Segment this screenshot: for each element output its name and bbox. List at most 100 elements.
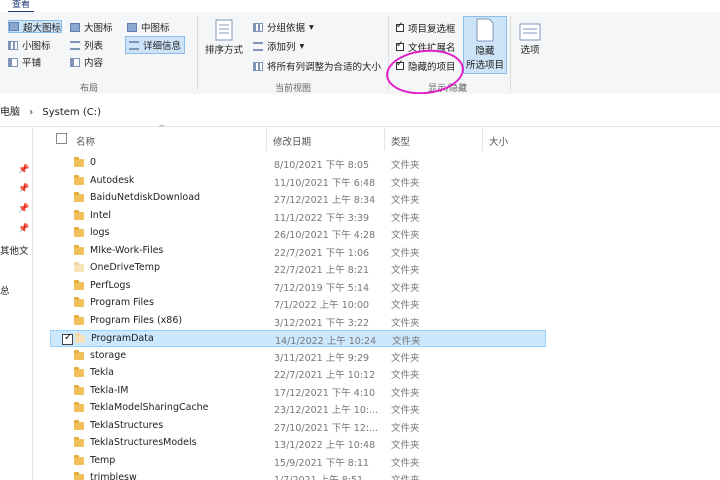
folder-icon (74, 384, 84, 395)
layout-list[interactable]: 列表 (70, 38, 103, 52)
row-checkbox[interactable] (62, 332, 73, 345)
file-row[interactable]: Program Files (x86) 3/12/2021 下午 3:22 文件夹 (50, 313, 546, 330)
folder-icon (74, 419, 84, 430)
pin-icon[interactable]: 📌 (18, 184, 29, 194)
layout-medium-icons[interactable]: 中图标 (127, 20, 170, 34)
file-date: 27/12/2021 上午 8:34 (274, 195, 376, 206)
column-divider[interactable] (384, 127, 385, 151)
add-columns-button[interactable]: 添加列 ▾ (253, 39, 304, 53)
file-name: MIke-Work-Files (90, 244, 164, 256)
file-name: Program Files (x86) (90, 314, 183, 326)
file-row-selected[interactable]: ProgramData 14/1/2022 上午 10:24 文件夹 (50, 330, 546, 347)
layout-small-icons[interactable]: 小图标 (8, 38, 51, 52)
file-row[interactable]: MIke-Work-Files 22/7/2021 下午 1:06 文件夹 (50, 243, 546, 260)
file-row[interactable]: TeklaStructuresModels 13/1/2022 上午 10:48 文… (50, 435, 546, 452)
pin-icon[interactable]: 📌 (18, 165, 29, 175)
small-icons-icon (8, 40, 18, 50)
file-row[interactable]: TeklaStructures 27/10/2021 下午 12:... 文件夹 (50, 418, 546, 435)
extra-large-icons-icon (9, 22, 19, 31)
sort-by-button[interactable]: 排序方式 (205, 18, 243, 56)
file-row[interactable]: Temp 15/9/2021 下午 8:11 文件夹 (50, 453, 546, 470)
folder-icon (74, 244, 84, 255)
dropdown-arrow-icon: ▾ (309, 21, 314, 33)
file-type: 文件夹 (391, 282, 420, 294)
file-row[interactable]: storage 3/11/2021 上午 9:29 文件夹 (50, 348, 546, 365)
file-date: 26/10/2021 下午 4:28 (274, 230, 376, 241)
hide-selected-button[interactable]: 隐藏 所选项目 (463, 16, 507, 74)
file-type: 文件夹 (391, 405, 420, 416)
group-divider (197, 16, 198, 90)
ribbon-tab-bar: 查看 (0, 0, 720, 13)
file-row[interactable]: logs 26/10/2021 下午 4:28 文件夹 (50, 225, 546, 242)
breadcrumb-root[interactable]: 电脑 (0, 107, 20, 118)
address-bar[interactable] (0, 94, 720, 127)
file-name: storage (90, 349, 127, 361)
group-by-icon (253, 22, 263, 32)
file-row[interactable]: Program Files 7/1/2022 上午 10:00 文件夹 (50, 295, 546, 312)
layout-extra-large-icons[interactable]: 超大图标 (8, 20, 63, 34)
list-icon (70, 40, 80, 50)
medium-icons-icon (127, 22, 137, 32)
file-type: 文件夹 (391, 195, 420, 206)
file-name: TeklaModelSharingCache (90, 402, 209, 413)
file-name: ProgramData (91, 333, 154, 344)
file-date: 27/10/2021 下午 12:... (274, 422, 379, 434)
column-divider[interactable] (266, 127, 267, 151)
item-checkboxes-toggle[interactable]: 项目复选框 (396, 21, 456, 35)
options-button[interactable]: 选项 (518, 22, 542, 56)
select-all-checkbox[interactable] (56, 133, 67, 144)
layout-group-label: 布局 (80, 84, 99, 94)
layout-details[interactable]: 详细信息 (125, 36, 186, 54)
file-row[interactable]: 0 8/10/2021 下午 8:05 文件夹 (50, 155, 546, 172)
layout-large-icons[interactable]: 大图标 (70, 20, 113, 34)
file-row[interactable]: trimblesw 1/7/2021 上午 8:51 文件夹 (50, 470, 546, 480)
column-name[interactable]: 名称 (76, 134, 95, 148)
checkbox-icon (396, 21, 404, 32)
chevron-right-icon: › (29, 107, 34, 118)
column-type[interactable]: 类型 (391, 134, 410, 148)
file-name: TeklaStructuresModels (90, 437, 197, 448)
column-modified[interactable]: 修改日期 (273, 134, 311, 148)
group-by-button[interactable]: 分组依据 ▾ (253, 20, 314, 34)
file-type: 文件夹 (391, 212, 420, 224)
options-icon (519, 23, 541, 41)
file-date: 22/7/2021 上午 8:21 (274, 265, 370, 276)
file-row[interactable]: TeklaModelSharingCache 23/12/2021 上午 10:.… (50, 400, 546, 417)
folder-icon (75, 333, 85, 343)
file-type: 文件夹 (391, 422, 420, 434)
file-name: Tekla-IM (90, 384, 129, 396)
breadcrumb[interactable]: 电脑 › System (C:) (0, 103, 101, 118)
layout-tiles[interactable]: 平铺 (8, 55, 41, 69)
folder-icon (74, 262, 84, 272)
file-row[interactable]: OneDriveTemp 22/7/2021 上午 8:21 文件夹 (50, 260, 546, 277)
file-date: 22/7/2021 上午 10:12 (274, 370, 376, 381)
breadcrumb-location[interactable]: System (C:) (42, 107, 101, 118)
file-row[interactable]: BaiduNetdiskDownload 27/12/2021 上午 8:34 文件… (50, 190, 546, 207)
column-size[interactable]: 大小 (489, 134, 508, 148)
pin-icon[interactable]: 📌 (18, 204, 29, 214)
pin-icon[interactable]: 📌 (18, 224, 29, 234)
file-row[interactable]: Autodesk 11/10/2021 下午 6:48 文件夹 (50, 173, 546, 190)
file-row[interactable]: Tekla-IM 17/12/2021 下午 4:10 文件夹 (50, 383, 546, 400)
file-row[interactable]: Intel 11/1/2022 下午 3:39 文件夹 (50, 208, 546, 225)
folder-icon (74, 367, 84, 377)
fit-columns-button[interactable]: 将所有列调整为合适的大小 (253, 59, 381, 73)
file-row[interactable]: PerfLogs 7/12/2019 下午 5:14 文件夹 (50, 278, 546, 295)
file-name: trimblesw (90, 472, 137, 480)
current-view-group-label: 当前视图 (275, 84, 312, 94)
folder-icon (74, 174, 84, 185)
file-name: OneDriveTemp (90, 262, 160, 273)
group-divider (510, 16, 511, 90)
folder-icon (74, 349, 84, 360)
folder-icon (74, 454, 84, 465)
file-type: 文件夹 (391, 247, 420, 259)
content-icon (70, 57, 80, 67)
file-date: 13/1/2022 上午 10:48 (274, 440, 376, 451)
file-row[interactable]: Tekla 22/7/2021 上午 10:12 文件夹 (50, 365, 546, 382)
column-divider[interactable] (482, 127, 483, 151)
sort-icon (215, 19, 233, 41)
nav-item-other[interactable]: 其他文 (0, 243, 29, 257)
nav-item-total[interactable]: 总 (0, 283, 10, 297)
layout-content[interactable]: 内容 (70, 55, 103, 69)
file-date: 14/1/2022 上午 10:24 (275, 336, 377, 347)
